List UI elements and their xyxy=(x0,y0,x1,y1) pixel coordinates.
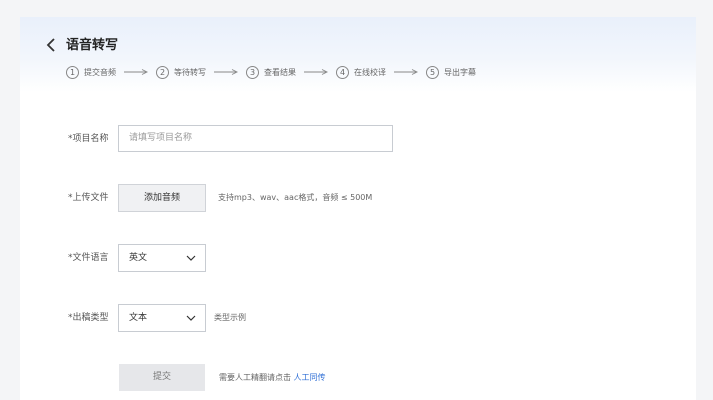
step-arrow-icon xyxy=(304,69,328,75)
step-2: 2 等待转写 xyxy=(156,65,206,79)
upload-hint: 支持mp3、wav、aac格式，音频 ≤ 500M xyxy=(218,193,373,202)
step-3: 3 查看结果 xyxy=(246,65,296,79)
main-card: 语音转写 1 提交音频 2 等待转写 3 查看结果 4 在线校译 5 导出字幕 … xyxy=(20,17,696,400)
step-number: 5 xyxy=(426,65,439,79)
progress-steps: 1 提交音频 2 等待转写 3 查看结果 4 在线校译 5 导出字幕 xyxy=(66,65,476,79)
step-4: 4 在线校译 xyxy=(336,65,386,79)
page-title: 语音转写 xyxy=(66,38,119,53)
project-name-label: *项目名称 xyxy=(68,134,109,144)
step-5: 5 导出字幕 xyxy=(426,65,476,79)
step-number: 4 xyxy=(336,65,349,79)
step-label: 等待转写 xyxy=(174,67,206,77)
output-type-label: *出稿类型 xyxy=(68,313,109,323)
human-interpreting-link[interactable]: 人工同传 xyxy=(294,373,326,382)
step-arrow-icon xyxy=(124,69,148,75)
step-label: 提交音频 xyxy=(84,67,116,77)
output-type-row: *出稿类型 文本 类型示例 xyxy=(20,304,696,332)
output-type-select[interactable]: 文本 xyxy=(118,304,206,332)
add-audio-button[interactable]: 添加音频 xyxy=(118,184,206,212)
step-arrow-icon xyxy=(394,69,418,75)
submit-row: 提交 需要人工精翻请点击 人工同传 xyxy=(20,364,696,392)
step-number: 2 xyxy=(156,65,169,79)
step-label: 查看结果 xyxy=(264,67,296,77)
submit-button[interactable]: 提交 xyxy=(119,364,205,391)
project-name-input[interactable]: 请填写项目名称 xyxy=(118,125,393,152)
step-label: 导出字幕 xyxy=(444,67,476,77)
step-label: 在线校译 xyxy=(354,67,386,77)
step-1: 1 提交音频 xyxy=(66,65,116,79)
language-row: *文件语言 英文 xyxy=(20,244,696,272)
project-name-row: *项目名称 请填写项目名称 xyxy=(20,125,696,153)
back-arrow-icon[interactable] xyxy=(44,37,60,53)
chevron-down-icon xyxy=(186,254,196,262)
upload-row: *上传文件 添加音频 支持mp3、wav、aac格式，音频 ≤ 500M xyxy=(20,184,696,212)
step-number: 3 xyxy=(246,65,259,79)
submit-hint-text: 需要人工精翻请点击 xyxy=(219,373,294,382)
upload-label: *上传文件 xyxy=(68,193,109,203)
page-header: 语音转写 1 提交音频 2 等待转写 3 查看结果 4 在线校译 5 导出字幕 xyxy=(20,17,696,92)
language-value: 英文 xyxy=(129,253,148,263)
type-example-link[interactable]: 类型示例 xyxy=(214,304,246,332)
step-arrow-icon xyxy=(214,69,238,75)
submit-hint: 需要人工精翻请点击 人工同传 xyxy=(219,364,326,392)
output-type-value: 文本 xyxy=(129,313,148,323)
language-select[interactable]: 英文 xyxy=(118,244,206,272)
language-label: *文件语言 xyxy=(68,253,109,263)
chevron-down-icon xyxy=(186,314,196,322)
step-number: 1 xyxy=(66,65,79,79)
